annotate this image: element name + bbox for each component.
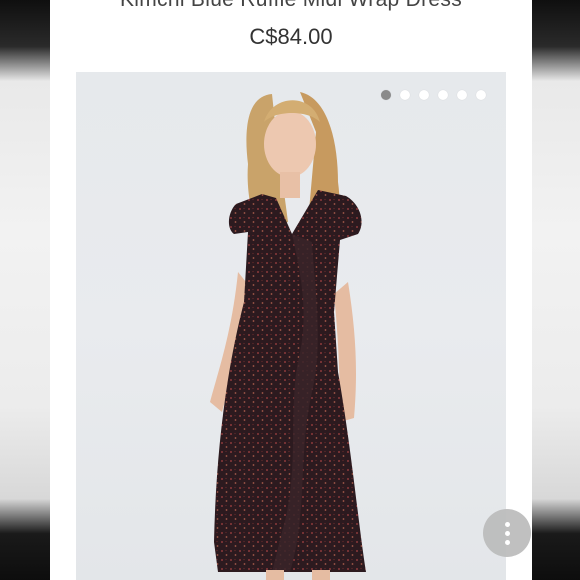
product-photo (210, 92, 366, 580)
backdrop-right (532, 0, 580, 580)
gallery-dot-3[interactable] (419, 90, 429, 100)
product-image-gallery[interactable] (76, 72, 506, 580)
backdrop-left (0, 0, 50, 580)
gallery-dot-1[interactable] (381, 90, 391, 100)
gallery-dot-4[interactable] (438, 90, 448, 100)
gallery-dot-2[interactable] (400, 90, 410, 100)
gallery-pagination (381, 90, 486, 100)
product-price: C$84.00 (249, 24, 333, 49)
gallery-dot-6[interactable] (476, 90, 486, 100)
gallery-dot-5[interactable] (457, 90, 467, 100)
more-options-button[interactable] (483, 509, 531, 557)
product-title: Kimchi Blue Ruffle Midi Wrap Dress (50, 0, 532, 12)
product-screen: Kimchi Blue Ruffle Midi Wrap Dress C$84.… (50, 0, 532, 580)
more-vert-icon (504, 521, 510, 545)
